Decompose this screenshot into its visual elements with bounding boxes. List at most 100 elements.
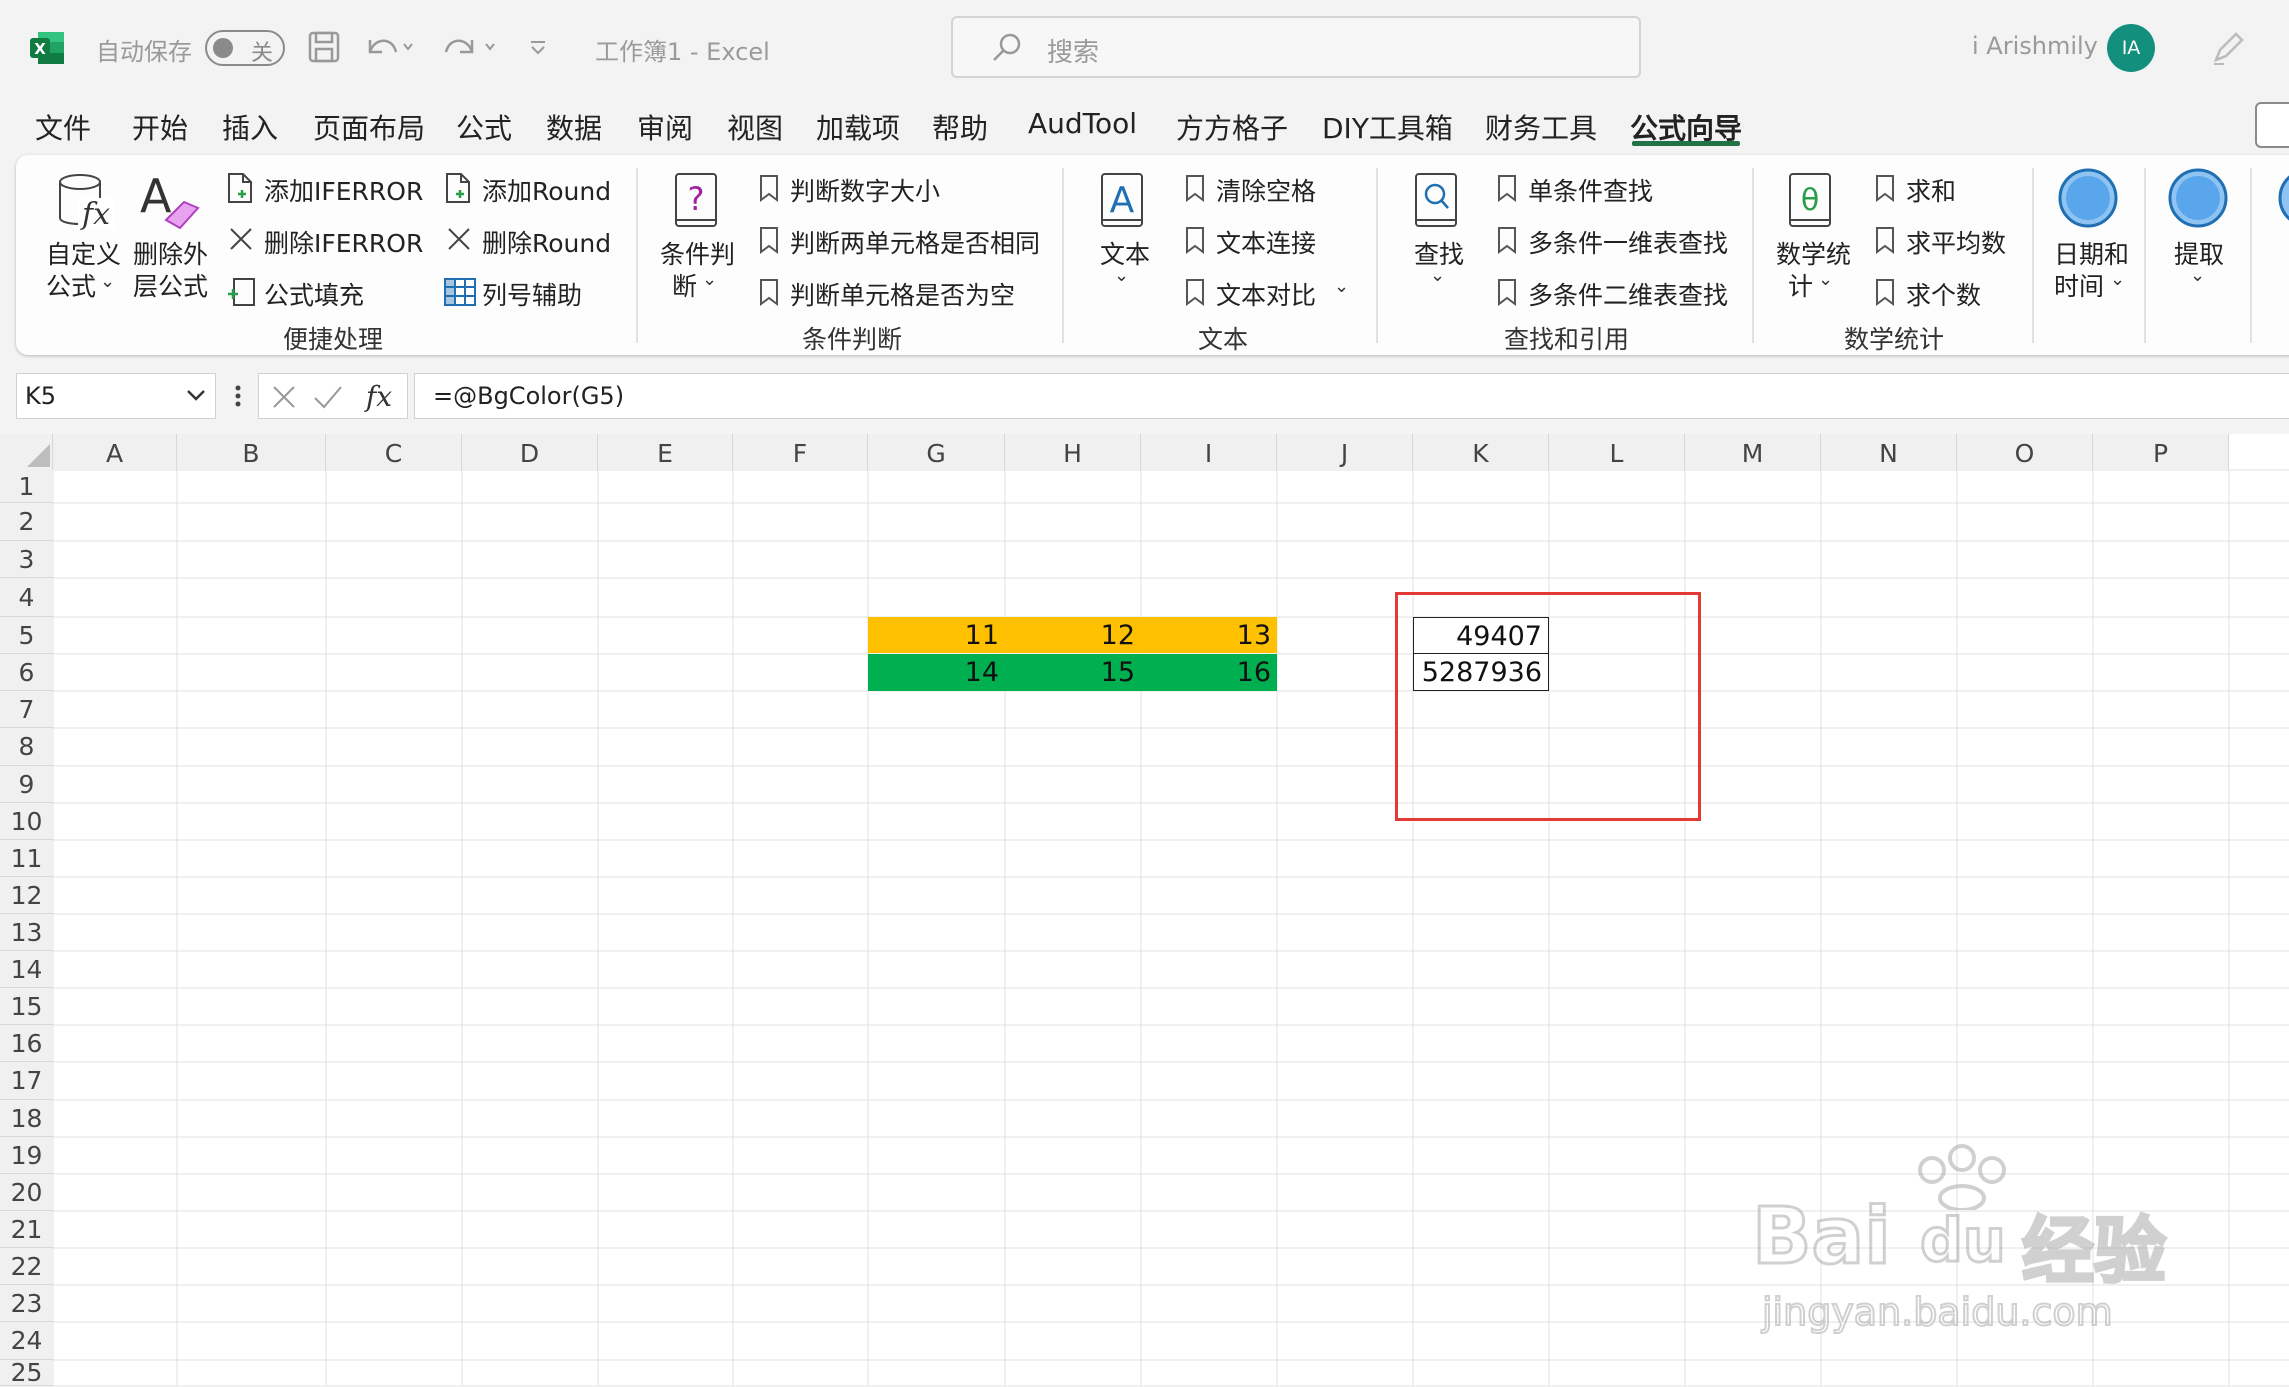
judge-cells-same-button[interactable]: 判断两单元格是否相同 xyxy=(756,222,1056,260)
row-header-14[interactable]: 14 xyxy=(0,951,53,988)
watermark-brand-2: du xyxy=(1919,1205,2008,1278)
name-box[interactable]: K5 xyxy=(16,373,216,419)
row-header-3[interactable]: 3 xyxy=(0,541,53,578)
row-header-11[interactable]: 11 xyxy=(0,840,53,877)
judge-number-size-button[interactable]: 判断数字大小 xyxy=(756,170,1016,208)
more-options-icon[interactable] xyxy=(229,380,247,412)
column-header-O[interactable]: O xyxy=(1957,434,2093,470)
column-header-I[interactable]: I xyxy=(1141,434,1277,470)
menu-home[interactable]: 开始 xyxy=(132,107,188,147)
row-header-4[interactable]: 4 xyxy=(0,578,53,617)
comments-icon[interactable] xyxy=(2255,102,2289,148)
row-header-22[interactable]: 22 xyxy=(0,1248,53,1285)
delete-iferror-button[interactable]: 删除IFERROR xyxy=(226,222,423,260)
menu-diy-toolbox[interactable]: DIY工具箱 xyxy=(1322,107,1453,147)
row-header-10[interactable]: 10 xyxy=(0,803,53,840)
column-assist-button[interactable]: 列号辅助 xyxy=(444,274,594,312)
row-header-24[interactable]: 24 xyxy=(0,1322,53,1360)
sum-button[interactable]: 求和 xyxy=(1872,170,1992,208)
row-header-5[interactable]: 5 xyxy=(0,617,53,654)
avatar[interactable]: IA xyxy=(2107,24,2155,72)
single-condition-lookup-button[interactable]: 单条件查找 xyxy=(1494,170,1714,208)
row-header-9[interactable]: 9 xyxy=(0,766,53,803)
cell-I6[interactable]: 16 xyxy=(1141,654,1277,691)
row-header-7[interactable]: 7 xyxy=(0,691,53,728)
pen-icon[interactable] xyxy=(2208,28,2248,68)
column-header-M[interactable]: M xyxy=(1685,434,1821,470)
menu-addins[interactable]: 加载项 xyxy=(816,107,900,147)
count-button[interactable]: 求个数 xyxy=(1872,274,2012,312)
menu-view[interactable]: 视图 xyxy=(727,107,783,147)
cell-G5[interactable]: 11 xyxy=(868,617,1005,653)
row-header-21[interactable]: 21 xyxy=(0,1211,53,1248)
column-header-E[interactable]: E xyxy=(598,434,733,470)
column-header-J[interactable]: J xyxy=(1277,434,1413,470)
row-header-1[interactable]: 1 xyxy=(0,470,53,503)
row-header-20[interactable]: 20 xyxy=(0,1174,53,1211)
menu-ffgz[interactable]: 方方格子 xyxy=(1176,107,1288,147)
row-header-23[interactable]: 23 xyxy=(0,1285,53,1322)
menu-data[interactable]: 数据 xyxy=(546,107,602,147)
column-header-B[interactable]: B xyxy=(177,434,326,470)
clear-space-button[interactable]: 清除空格 xyxy=(1182,170,1342,208)
column-header-N[interactable]: N xyxy=(1821,434,1957,470)
column-header-A[interactable]: A xyxy=(53,434,177,470)
bookmark-icon xyxy=(1186,175,1204,202)
row-header-12[interactable]: 12 xyxy=(0,877,53,914)
menu-finance-tools[interactable]: 财务工具 xyxy=(1485,107,1597,147)
formula-fill-button[interactable]: 公式填充 xyxy=(226,274,376,312)
menu-help[interactable]: 帮助 xyxy=(932,107,988,147)
multi-condition-2d-lookup-button[interactable]: 多条件二维表查找 xyxy=(1494,274,1744,312)
redo-icon[interactable] xyxy=(442,30,502,64)
column-header-F[interactable]: F xyxy=(733,434,868,470)
column-header-C[interactable]: C xyxy=(326,434,462,470)
column-header-D[interactable]: D xyxy=(462,434,598,470)
judge-cell-empty-button[interactable]: 判断单元格是否为空 xyxy=(756,274,1046,312)
menu-formulas[interactable]: 公式 xyxy=(456,107,512,147)
text-join-button[interactable]: 文本连接 xyxy=(1182,222,1342,260)
column-header-G[interactable]: G xyxy=(868,434,1005,470)
multi-condition-1d-lookup-button[interactable]: 多条件一维表查找 xyxy=(1494,222,1744,260)
cell-G6[interactable]: 14 xyxy=(868,654,1005,691)
cell-H6[interactable]: 15 xyxy=(1005,654,1141,691)
svg-text:?: ? xyxy=(688,180,705,218)
row-header-25[interactable]: 25 xyxy=(0,1360,53,1386)
row-header-16[interactable]: 16 xyxy=(0,1025,53,1062)
datetime-circle-icon xyxy=(2056,166,2120,230)
cell-H5[interactable]: 12 xyxy=(1005,617,1141,653)
row-header-17[interactable]: 17 xyxy=(0,1062,53,1100)
row-header-13[interactable]: 13 xyxy=(0,914,53,951)
row-header-18[interactable]: 18 xyxy=(0,1100,53,1137)
formula-input[interactable]: =@BgColor(G5) xyxy=(414,373,2289,419)
row-header-15[interactable]: 15 xyxy=(0,988,53,1025)
cell-I5[interactable]: 13 xyxy=(1141,617,1277,653)
menu-audtool[interactable]: AudTool xyxy=(1028,107,1137,140)
row-header-2[interactable]: 2 xyxy=(0,503,53,541)
row-header-6[interactable]: 6 xyxy=(0,654,53,691)
delete-round-button[interactable]: 删除Round xyxy=(444,222,614,260)
autosave-toggle[interactable]: 关 xyxy=(205,30,285,66)
select-all-corner[interactable] xyxy=(0,434,53,470)
enter-check-icon[interactable] xyxy=(313,384,343,410)
menu-page-layout[interactable]: 页面布局 xyxy=(313,107,425,147)
column-header-P[interactable]: P xyxy=(2093,434,2229,470)
add-round-button[interactable]: 添加Round xyxy=(444,170,614,208)
column-header-K[interactable]: K xyxy=(1413,434,1549,470)
column-header-H[interactable]: H xyxy=(1005,434,1141,470)
search-box[interactable]: 搜索 xyxy=(951,16,1641,78)
menu-review[interactable]: 审阅 xyxy=(637,107,693,147)
baidu-watermark: Bai du 经验 jingyan.baidu.com xyxy=(1751,1140,2272,1340)
insert-function-icon[interactable]: fx xyxy=(359,378,399,414)
add-iferror-button[interactable]: 添加IFERROR xyxy=(226,170,423,208)
text-compare-button[interactable]: 文本对比 ⌄ xyxy=(1182,274,1357,312)
row-header-8[interactable]: 8 xyxy=(0,728,53,766)
column-header-L[interactable]: L xyxy=(1549,434,1685,470)
cancel-icon[interactable] xyxy=(271,384,297,410)
menu-file[interactable]: 文件 xyxy=(35,107,91,147)
row-header-19[interactable]: 19 xyxy=(0,1137,53,1174)
menu-insert[interactable]: 插入 xyxy=(222,107,278,147)
average-button[interactable]: 求平均数 xyxy=(1872,222,2042,260)
undo-icon[interactable] xyxy=(364,30,414,64)
save-icon[interactable] xyxy=(307,30,341,64)
customize-qat-icon[interactable] xyxy=(528,38,548,58)
